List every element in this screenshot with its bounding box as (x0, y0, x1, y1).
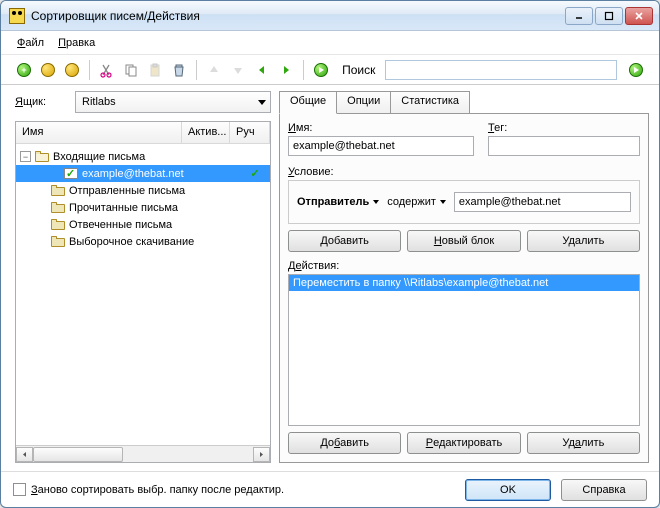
move-down-icon (229, 60, 247, 80)
folder-icon (51, 185, 65, 196)
folder-plus-icon[interactable] (39, 60, 57, 80)
ok-button[interactable]: OK (465, 479, 551, 501)
cond-delete-button[interactable]: Удалить (527, 230, 640, 252)
maximize-button[interactable] (595, 7, 623, 25)
tree-node-inbox[interactable]: − Входящие письма (16, 148, 270, 165)
window: Сортировщик писем/Действия Файл Правка +… (0, 0, 660, 508)
tree-node-sent[interactable]: Отправленные письма (16, 182, 270, 199)
bottombar: Заново сортировать выбр. папку после ред… (1, 471, 659, 507)
hscrollbar[interactable] (16, 445, 270, 462)
tab-stats[interactable]: Статистика (390, 91, 470, 113)
left-pane: Ящик: Ritlabs Имя Актив... Руч − Входящи… (15, 91, 271, 463)
folder-icon (51, 236, 65, 247)
action-add-button[interactable]: Добавить (288, 432, 401, 454)
move-up-icon (205, 60, 223, 80)
scroll-left-icon[interactable] (16, 447, 33, 462)
menubar: Файл Правка (1, 31, 659, 55)
condition-op-dropdown[interactable]: содержит (387, 196, 446, 208)
folder-minus-icon[interactable] (63, 60, 81, 80)
scroll-thumb[interactable] (33, 447, 123, 462)
cond-newblock-button[interactable]: Новый блок (407, 230, 520, 252)
mailbox-label: Ящик: (15, 96, 75, 108)
copy-icon[interactable] (122, 60, 140, 80)
rule-icon (64, 168, 78, 179)
menu-file[interactable]: Файл (17, 37, 44, 49)
active-check-icon: ✓ (240, 167, 270, 180)
tree-node-replied[interactable]: Отвеченные письма (16, 216, 270, 233)
cut-icon[interactable] (98, 60, 116, 80)
separator (303, 60, 304, 80)
folder-icon (51, 219, 65, 230)
action-delete-button[interactable]: Удалить (527, 432, 640, 454)
resort-label: Заново сортировать выбр. папку после ред… (31, 484, 284, 496)
mailbox-value: Ritlabs (82, 96, 116, 108)
app-icon (9, 8, 25, 24)
chevron-down-icon (373, 200, 379, 204)
tag-label: Тег: (488, 122, 640, 134)
right-pane: Общие Опции Статистика Имя: Тег: Условие… (279, 91, 649, 463)
cond-add-button[interactable]: Добавить (288, 230, 401, 252)
chevron-down-icon (440, 200, 446, 204)
mailbox-combo[interactable]: Ritlabs (75, 91, 271, 113)
tab-general[interactable]: Общие (279, 91, 337, 114)
rules-tree: Имя Актив... Руч − Входящие письма examp… (15, 121, 271, 463)
separator (89, 60, 90, 80)
th-active[interactable]: Актив... (182, 122, 230, 143)
scroll-right-icon[interactable] (253, 447, 270, 462)
actions-label: Действия: (288, 260, 640, 272)
condition-field-dropdown[interactable]: Отправитель (297, 196, 379, 208)
condition-label: Условие: (288, 166, 640, 178)
scroll-track[interactable] (33, 447, 253, 462)
svg-text:+: + (21, 65, 26, 75)
name-input[interactable] (288, 136, 474, 156)
folder-icon (51, 202, 65, 213)
condition-box: Отправитель содержит (288, 180, 640, 224)
delete-icon[interactable] (170, 60, 188, 80)
th-manual[interactable]: Руч (230, 122, 270, 143)
prev-icon[interactable] (253, 60, 271, 80)
action-edit-button[interactable]: Редактировать (407, 432, 520, 454)
name-label: Имя: (288, 122, 474, 134)
minimize-button[interactable] (565, 7, 593, 25)
tree-header: Имя Актив... Руч (16, 122, 270, 144)
search-label: Поиск (342, 63, 375, 77)
titlebar: Сортировщик писем/Действия (1, 1, 659, 31)
tree-node-selective[interactable]: Выборочное скачивание (16, 233, 270, 250)
help-button[interactable]: Справка (561, 479, 647, 501)
separator (196, 60, 197, 80)
mailbox-row: Ящик: Ritlabs (15, 91, 271, 113)
tabstrip: Общие Опции Статистика (279, 91, 649, 113)
condition-value-input[interactable] (454, 192, 631, 212)
new-rule-icon[interactable]: + (15, 60, 33, 80)
paste-icon (146, 60, 164, 80)
menu-edit[interactable]: Правка (58, 37, 95, 49)
tabpanel-general: Имя: Тег: Условие: Отправитель содержит (279, 113, 649, 463)
action-item[interactable]: Переместить в папку \\Ritlabs\example@th… (289, 275, 639, 291)
actions-list[interactable]: Переместить в папку \\Ritlabs\example@th… (288, 274, 640, 426)
close-button[interactable] (625, 7, 653, 25)
toolbar: + Поиск (1, 55, 659, 85)
next-icon[interactable] (277, 60, 295, 80)
tree-node-rule[interactable]: example@thebat.net ✓ (16, 165, 270, 182)
run-icon[interactable] (312, 60, 330, 80)
tree-node-read[interactable]: Прочитанные письма (16, 199, 270, 216)
resort-checkbox[interactable]: Заново сортировать выбр. папку после ред… (13, 483, 455, 496)
window-title: Сортировщик писем/Действия (31, 9, 563, 23)
search-go-icon[interactable] (627, 60, 645, 80)
collapse-icon[interactable]: − (20, 151, 31, 162)
tree-body[interactable]: − Входящие письма example@thebat.net ✓ О… (16, 144, 270, 445)
chevron-down-icon (258, 100, 266, 105)
tag-input[interactable] (488, 136, 640, 156)
tab-options[interactable]: Опции (336, 91, 391, 113)
checkbox-icon (13, 483, 26, 496)
search-input[interactable] (385, 60, 617, 80)
folder-open-icon (35, 151, 49, 162)
th-name[interactable]: Имя (16, 122, 182, 143)
body: Ящик: Ritlabs Имя Актив... Руч − Входящи… (1, 85, 659, 471)
